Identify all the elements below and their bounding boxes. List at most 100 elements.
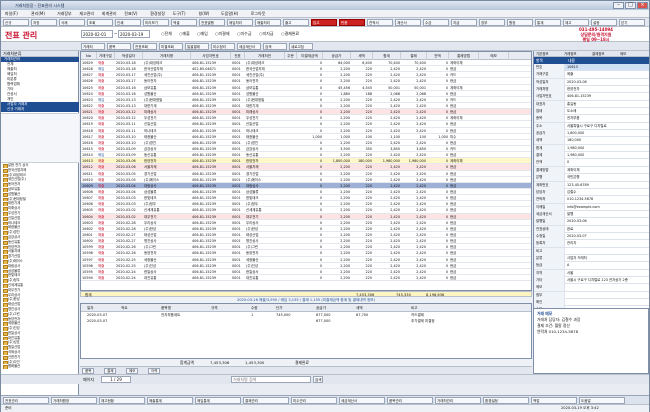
menu-item[interactable]: 전표(V)	[124, 11, 137, 17]
toolbar-button[interactable]: 매출처리	[255, 19, 281, 26]
property-value[interactable]: 도소매	[566, 108, 650, 115]
column-header[interactable]: 사업자번호	[191, 52, 231, 60]
taskbar-button[interactable]: 거래처관리	[435, 397, 481, 404]
property-value[interactable]: 2020-03-06	[566, 218, 650, 225]
toolbar2-button[interactable]: 미수정리	[211, 43, 235, 50]
property-row[interactable]: 기타 서울시 구로구 디지털로 123 전자상가 2층	[534, 276, 649, 285]
menu-item[interactable]: 환경설정	[150, 11, 165, 17]
toolbar2-button[interactable]: 새로고침	[289, 43, 313, 50]
property-value[interactable]	[566, 292, 650, 299]
toolbar-button[interactable]: 원장	[507, 19, 533, 26]
property-value[interactable]: A	[566, 262, 650, 269]
property-row[interactable]: 작성일자 2020-03-06	[534, 78, 650, 87]
property-value[interactable]: 국민은행	[566, 174, 650, 181]
taskbar-button[interactable]: 매출통계	[147, 397, 193, 404]
menu-item[interactable]: 재고관리	[79, 11, 94, 17]
column-header[interactable]: 결제방법	[449, 52, 479, 60]
taskbar-button[interactable]: 백업	[531, 397, 577, 404]
property-value[interactable]: 2020-03-06	[566, 79, 650, 86]
column-header[interactable]: 합계	[373, 52, 401, 60]
title-bar[interactable]: 거래처원장 - 전표관리 시스템 – □ ×	[1, 1, 649, 10]
taskbar-button[interactable]: 도움말	[579, 397, 625, 404]
search-button[interactable]: 검색	[313, 376, 324, 383]
property-row[interactable]: 세액 180,000	[534, 137, 650, 145]
detail-column-header[interactable]: 공급가	[316, 304, 326, 312]
column-header[interactable]: 세액	[351, 52, 373, 60]
menu-item[interactable]: 파일(F)	[5, 11, 18, 17]
property-value[interactable]	[566, 248, 650, 255]
toolbar-button[interactable]: 장부	[479, 19, 505, 26]
close-button[interactable]: ×	[637, 2, 648, 9]
toolbar2-button[interactable]: 검색	[263, 43, 287, 50]
menu-item[interactable]: 창(W)	[199, 11, 210, 17]
toolbar-button[interactable]: 엑셀	[171, 19, 197, 26]
property-row[interactable]: 메모	[534, 284, 649, 292]
toolbar-button[interactable]: 전표발행	[199, 19, 225, 26]
search-input[interactable]	[231, 376, 311, 383]
property-row[interactable]: 분류 사업자 거래처	[534, 254, 650, 263]
property-value[interactable]: 관리자	[566, 240, 650, 247]
property-value[interactable]: 123-45-6789	[566, 182, 650, 189]
toolbar-button[interactable]: 수금	[423, 19, 449, 26]
property-row[interactable]: 첨부	[534, 291, 650, 299]
menu-item[interactable]: 회계관리	[102, 11, 117, 17]
detail-column-header[interactable]: 적요	[121, 304, 128, 312]
property-value[interactable]: 발행	[566, 211, 650, 218]
property-value[interactable]: 사업자 거래처	[566, 255, 650, 262]
filter-radio[interactable]: ○미결제	[215, 31, 230, 37]
property-row[interactable]: 지역 서울	[534, 269, 649, 277]
property-row[interactable]: 거래처명 한양전자	[534, 86, 649, 94]
property-value[interactable]: 2020-03-07	[566, 233, 650, 240]
property-row[interactable]: 등록자 관리자	[534, 240, 650, 248]
property-row[interactable]: 확인	[534, 299, 649, 307]
property-row[interactable]: 대표자 홍길동	[534, 100, 650, 109]
property-row[interactable]: 잔액 0	[534, 159, 649, 167]
property-row[interactable]: 전표상태 완료	[534, 225, 649, 233]
property-row[interactable]: 사업자번호 406-81-15239	[534, 93, 649, 101]
toolbar-button[interactable]: 저장	[31, 19, 57, 26]
toolbar-button[interactable]: 계산서	[395, 19, 421, 26]
toolbar2-button[interactable]: 전표조회	[133, 43, 157, 50]
toolbar2-button[interactable]: 거래처	[81, 43, 105, 50]
detail-column-header[interactable]: 세액	[356, 304, 363, 312]
taskbar-button[interactable]: 매입통계	[195, 397, 241, 404]
detail-column-header[interactable]: 수량	[251, 304, 258, 312]
toolbar-button[interactable]: 삭제	[59, 19, 85, 26]
filter-radio[interactable]: ○매출	[179, 31, 190, 37]
detail-column-header[interactable]: 일자	[87, 304, 94, 312]
property-value[interactable]: 홍길동	[566, 101, 650, 108]
property-value[interactable]: 서울특별시 구로구 디지털로	[566, 123, 650, 130]
detail-row[interactable]: 2020-03-07 677,000 추가결제 미결정	[81, 318, 531, 324]
column-header[interactable]: 전표	[231, 52, 245, 60]
property-value[interactable]: 010-1234-5678	[566, 196, 650, 203]
property-row[interactable]: 계좌번호 123-45-6789	[534, 181, 650, 189]
property-row[interactable]: 수정일 2020-03-07	[534, 232, 650, 241]
toolbar2-button[interactable]: 품목	[107, 43, 131, 50]
property-value[interactable]: 전자부품	[566, 115, 650, 122]
taskbar-button[interactable]: 환경설정	[483, 397, 529, 404]
detail-column-header[interactable]: 비고	[411, 304, 418, 312]
toolbar-button[interactable]: 설정	[591, 19, 617, 26]
toolbar-button[interactable]: 조회	[87, 19, 113, 26]
menu-item[interactable]: 로그아웃	[251, 11, 266, 17]
taskbar-button[interactable]: 전표관리	[3, 397, 49, 404]
column-header[interactable]: 주문	[285, 52, 297, 60]
property-row[interactable]: 종목 전자부품	[534, 115, 650, 123]
taskbar-button[interactable]: 세금계산서	[339, 397, 385, 404]
menu-item[interactable]: 거래장부	[57, 11, 72, 17]
filter-radio[interactable]: ○결제완료	[281, 31, 299, 37]
toolbar-button[interactable]: 재고	[563, 19, 589, 26]
property-row[interactable]: 이메일 info@example.com	[534, 203, 649, 211]
property-value[interactable]: 10613	[566, 64, 650, 71]
property-row[interactable]: 결제 1,980,000	[534, 152, 649, 160]
taskbar-button[interactable]: 결제관리	[243, 397, 289, 404]
date-to-field[interactable]: 2020-03-19	[118, 30, 150, 38]
property-value[interactable]: 김철수	[566, 189, 650, 196]
column-header[interactable]: 미결제금액	[297, 52, 323, 60]
taskbar-button[interactable]: 품목관리	[387, 397, 433, 404]
column-header[interactable]: 거래구분	[97, 52, 115, 60]
property-value[interactable]: 180,000	[566, 137, 650, 144]
property-row[interactable]: 세금계산서 발행	[534, 210, 650, 219]
taskbar-button[interactable]: 미수관리	[291, 397, 337, 404]
column-header[interactable]: No	[81, 52, 97, 60]
